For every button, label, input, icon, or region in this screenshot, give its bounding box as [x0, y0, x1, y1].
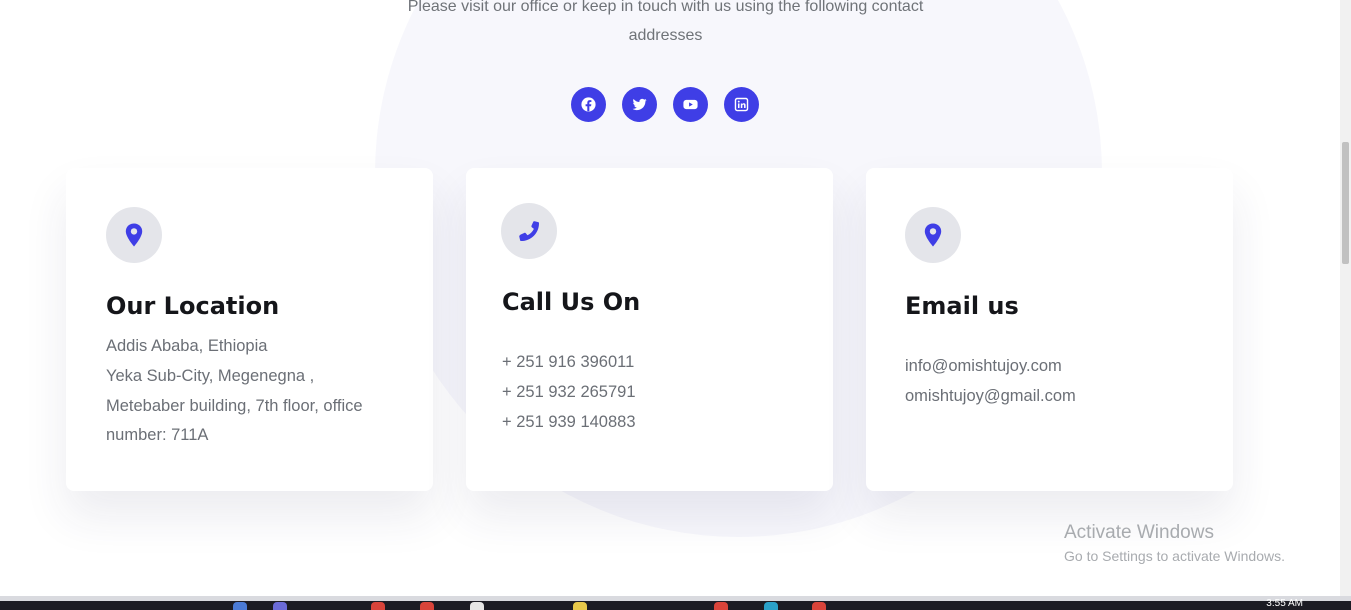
twitter-icon: [632, 98, 647, 111]
call-title: Call Us On: [502, 288, 641, 316]
facebook-icon: [581, 97, 596, 112]
phone-number-link[interactable]: + 251 939 140883: [502, 408, 636, 438]
taskbar-app-icon[interactable]: [573, 602, 587, 610]
taskbar-preview-strip: [0, 596, 1351, 601]
page-scrollbar[interactable]: [1340, 0, 1351, 596]
twitter-link[interactable]: [622, 87, 657, 122]
facebook-link[interactable]: [571, 87, 606, 122]
activate-windows-watermark: Activate Windows Go to Settings to activ…: [1064, 521, 1285, 567]
map-pin-icon: [125, 223, 143, 247]
phone-number-link[interactable]: + 251 916 396011: [502, 348, 636, 378]
location-address: Addis Ababa, Ethiopia Yeka Sub-City, Meg…: [106, 332, 363, 451]
linkedin-link[interactable]: [724, 87, 759, 122]
watermark-subtitle: Go to Settings to activate Windows.: [1064, 548, 1285, 564]
taskbar-app-icon[interactable]: [812, 602, 826, 610]
phone-icon: [519, 221, 539, 241]
taskbar-app-icon[interactable]: [371, 602, 385, 610]
scrollbar-thumb[interactable]: [1342, 142, 1349, 264]
windows-taskbar: 3:55 AM: [0, 596, 1351, 610]
watermark-title: Activate Windows: [1064, 522, 1214, 543]
location-line: Yeka Sub-City, Megenegna ,: [106, 366, 315, 385]
phone-number-link[interactable]: + 251 932 265791: [502, 378, 636, 408]
taskbar-app-icon[interactable]: [764, 602, 778, 610]
call-card: Call Us On + 251 916 396011 + 251 932 26…: [466, 168, 833, 491]
location-line: number: 711A: [106, 426, 209, 445]
email-title: Email us: [905, 292, 1019, 320]
location-line: Metebaber building, 7th floor, office: [106, 396, 363, 415]
location-icon-badge: [106, 207, 162, 263]
contact-intro: Please visit our office or keep in touch…: [340, 0, 991, 50]
email-card: Email us info@omishtujoy.com omishtujoy@…: [866, 168, 1233, 491]
email-icon-badge: [905, 207, 961, 263]
email-addresses: info@omishtujoy.com omishtujoy@gmail.com: [905, 352, 1076, 412]
taskbar-app-icon[interactable]: [233, 602, 247, 610]
intro-line-1: Please visit our office or keep in touch…: [407, 0, 924, 15]
youtube-icon: [683, 99, 698, 110]
phone-icon-badge: [501, 203, 557, 259]
taskbar-clock[interactable]: 3:55 AM: [1266, 598, 1303, 609]
location-card: Our Location Addis Ababa, Ethiopia Yeka …: [66, 168, 433, 491]
intro-line-2: addresses: [628, 27, 703, 44]
taskbar-app-icon[interactable]: [714, 602, 728, 610]
location-title: Our Location: [106, 292, 280, 320]
taskbar-app-icon[interactable]: [470, 602, 484, 610]
location-line: Addis Ababa, Ethiopia: [106, 337, 268, 355]
taskbar-app-icon[interactable]: [420, 602, 434, 610]
map-pin-icon: [924, 223, 942, 247]
linkedin-icon: [734, 97, 749, 112]
social-links: [571, 87, 759, 122]
youtube-link[interactable]: [673, 87, 708, 122]
email-link[interactable]: info@omishtujoy.com: [905, 352, 1076, 382]
taskbar-app-icon[interactable]: [273, 602, 287, 610]
phone-numbers: + 251 916 396011 + 251 932 265791 + 251 …: [502, 348, 636, 437]
email-link[interactable]: omishtujoy@gmail.com: [905, 382, 1076, 412]
